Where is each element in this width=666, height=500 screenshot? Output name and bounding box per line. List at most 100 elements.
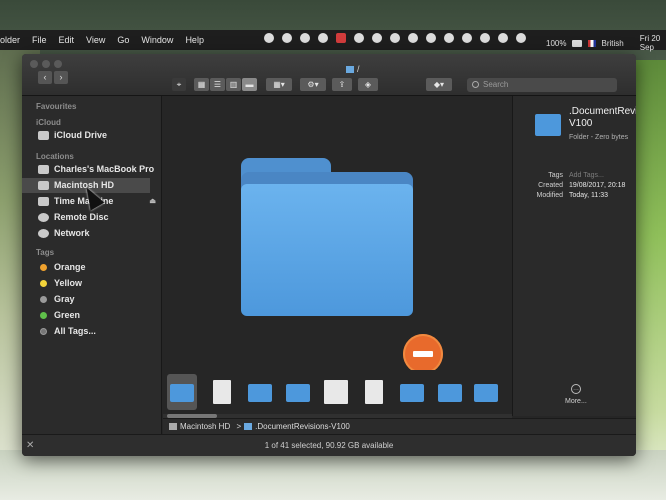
- sidebar-tag-gray[interactable]: Gray: [34, 292, 162, 307]
- status-icon[interactable]: [354, 33, 364, 43]
- sidebar-item-network[interactable]: Network: [34, 226, 162, 241]
- close-icon[interactable]: ✕: [26, 435, 34, 456]
- icon-view-button[interactable]: ▦: [194, 78, 209, 91]
- list-view-button[interactable]: ☰: [210, 78, 225, 91]
- menu-clock[interactable]: Fri 20 Sep: [640, 34, 666, 52]
- cloud-icon: [38, 131, 49, 140]
- sidebar-tag-green[interactable]: Green: [34, 308, 162, 323]
- status-icon[interactable]: [372, 33, 382, 43]
- action-menu-button[interactable]: ⚙▾: [300, 78, 326, 91]
- sidebar-tag-orange[interactable]: Orange: [34, 260, 162, 275]
- menu-edit[interactable]: Edit: [59, 35, 75, 45]
- bluetooth-icon[interactable]: [462, 33, 472, 43]
- network-icon: [38, 229, 49, 238]
- thumbnail-item[interactable]: [435, 378, 465, 406]
- folder-icon: [244, 423, 253, 430]
- status-icon[interactable]: [408, 33, 418, 43]
- all-tags-icon: [40, 328, 47, 335]
- thumbnail-item[interactable]: [207, 378, 237, 406]
- minimize-window-button[interactable]: [42, 60, 50, 68]
- modified-value: Today, 11:33: [569, 192, 609, 199]
- dropbox-menu-button[interactable]: ◆▾: [426, 78, 452, 91]
- wifi-icon[interactable]: [480, 33, 490, 43]
- gallery-view-button[interactable]: ▬: [242, 78, 257, 91]
- menu-window[interactable]: Window: [141, 35, 173, 45]
- tag-button[interactable]: ◈: [358, 78, 378, 91]
- flag-icon[interactable]: [588, 39, 596, 47]
- menu-view[interactable]: View: [86, 35, 105, 45]
- folder-icon: [535, 114, 561, 136]
- close-window-button[interactable]: [30, 60, 38, 68]
- sidebar-item-macbook[interactable]: Charles's MacBook Pro: [34, 162, 162, 177]
- clock-icon[interactable]: [444, 33, 454, 43]
- share-button[interactable]: ⇪: [332, 78, 352, 91]
- tag-dot-icon: [40, 280, 47, 287]
- status-icon[interactable]: [426, 33, 436, 43]
- status-icon[interactable]: [264, 33, 274, 43]
- path-separator: >: [236, 422, 242, 431]
- menu-file[interactable]: File: [32, 35, 47, 45]
- sidebar-all-tags[interactable]: All Tags...: [34, 324, 162, 339]
- sidebar-section-favourites: Favourites: [36, 102, 77, 111]
- path-folder[interactable]: .DocumentRevisions-V100: [255, 422, 350, 431]
- thumbnail-item[interactable]: [283, 378, 313, 406]
- status-icon[interactable]: [390, 33, 400, 43]
- menu-go[interactable]: Go: [117, 35, 129, 45]
- sidebar-section-tags: Tags: [36, 248, 55, 257]
- group-menu-button[interactable]: ▦▾: [266, 78, 292, 91]
- created-label: Created: [538, 182, 563, 189]
- thumbnail-item[interactable]: [321, 378, 351, 406]
- battery-icon[interactable]: [572, 39, 583, 47]
- status-icon[interactable]: [300, 33, 310, 43]
- forward-button[interactable]: ›: [54, 71, 68, 84]
- status-icon[interactable]: [282, 33, 292, 43]
- binoculars-icon[interactable]: ⌖: [172, 78, 186, 91]
- thumbnail-item[interactable]: [397, 378, 427, 406]
- search-field[interactable]: Search: [467, 78, 617, 92]
- laptop-icon: [38, 165, 49, 174]
- item-name: .DocumentRevisions-V100: [569, 106, 636, 129]
- path-root[interactable]: Macintosh HD: [180, 422, 230, 431]
- sidebar-item-remote-disc[interactable]: Remote Disc: [34, 210, 162, 225]
- window-title: /: [346, 64, 360, 74]
- sidebar-item-icloud-drive[interactable]: iCloud Drive: [34, 128, 162, 143]
- more-icon[interactable]: …: [571, 384, 581, 394]
- tags-label: Tags: [548, 172, 563, 179]
- thumbnail-item[interactable]: [245, 378, 275, 406]
- airplay-icon[interactable]: [498, 33, 508, 43]
- column-view-button[interactable]: ▥: [226, 78, 241, 91]
- app-icon[interactable]: [336, 33, 346, 43]
- battery-percent[interactable]: 100%: [546, 39, 566, 48]
- path-bar: Macintosh HD > .DocumentRevisions-V100: [163, 418, 636, 434]
- sidebar-tag-yellow[interactable]: Yellow: [34, 276, 162, 291]
- input-source-label[interactable]: British: [602, 39, 624, 48]
- item-kind: Folder - Zero bytes: [569, 134, 629, 141]
- thumbnail-item[interactable]: [471, 378, 501, 406]
- volume-icon[interactable]: [516, 33, 526, 43]
- folder-preview-icon: [241, 158, 413, 318]
- status-bar: ✕ 1 of 41 selected, 90.92 GB available: [22, 434, 636, 456]
- thumbnail-item[interactable]: [359, 378, 389, 406]
- zoom-window-button[interactable]: [54, 60, 62, 68]
- menu-finder[interactable]: older: [0, 35, 20, 45]
- cloud-icon[interactable]: [318, 33, 328, 43]
- folder-icon: [346, 66, 354, 73]
- sidebar-section-locations: Locations: [36, 152, 74, 161]
- menu-help[interactable]: Help: [185, 35, 204, 45]
- modified-label: Modified: [536, 192, 563, 199]
- more-button[interactable]: More...: [565, 398, 587, 405]
- hard-drive-icon: [169, 423, 177, 430]
- back-button[interactable]: ‹: [38, 71, 52, 84]
- menu-extras-right: 100% British Fri 20 Sep: [546, 34, 666, 52]
- thumbnail-strip: [163, 370, 512, 416]
- add-tags-field[interactable]: Add Tags...: [569, 172, 604, 179]
- background-scenery-right: [636, 60, 666, 500]
- created-value: 19/08/2017, 20:18: [569, 182, 626, 189]
- status-text: 1 of 41 selected, 90.92 GB available: [264, 441, 394, 450]
- time-machine-icon: [38, 197, 49, 206]
- eject-icon[interactable]: ⏏: [149, 194, 156, 209]
- tag-dot-icon: [40, 264, 47, 271]
- search-icon: [472, 81, 479, 88]
- thumbnail-item[interactable]: [167, 374, 197, 410]
- sidebar-section-icloud: iCloud: [36, 118, 61, 127]
